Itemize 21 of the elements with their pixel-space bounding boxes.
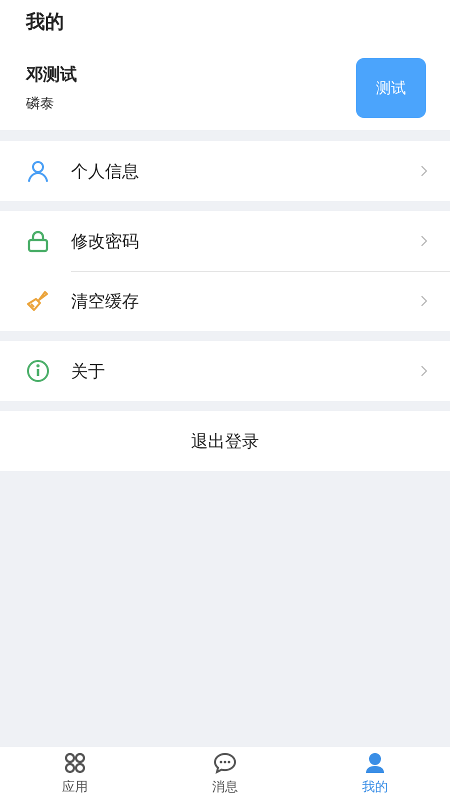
menu-item[interactable]: 修改密码 <box>0 211 450 271</box>
menu-item[interactable]: 个人信息 <box>0 141 450 201</box>
logout-button[interactable]: 退出登录 <box>0 411 450 471</box>
lock-icon <box>26 229 50 253</box>
tab[interactable]: 消息 <box>150 747 300 800</box>
tab[interactable]: 应用 <box>0 747 150 800</box>
chevron-icon <box>420 234 428 248</box>
user-icon <box>364 752 386 774</box>
chevron-icon <box>420 364 428 378</box>
chevron-icon <box>420 164 428 178</box>
brush-icon <box>26 289 50 313</box>
menu-item[interactable]: 关于 <box>0 341 450 401</box>
page-title: 我的 <box>26 10 65 35</box>
person-icon <box>26 159 50 183</box>
info-icon <box>26 359 50 383</box>
user-name: 邓测试 <box>26 64 77 87</box>
company-name: 磷泰 <box>26 95 55 113</box>
menu-item[interactable]: 清空缓存 <box>0 271 450 331</box>
grid-icon <box>64 752 86 774</box>
chat-icon <box>213 752 237 774</box>
chevron-icon <box>420 294 428 308</box>
